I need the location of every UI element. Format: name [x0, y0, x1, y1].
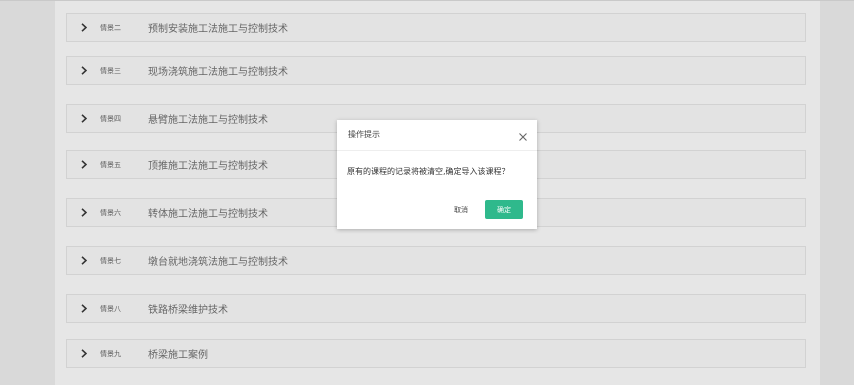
cancel-button[interactable]: 取消 — [449, 203, 473, 217]
dialog-message: 原有的课程的记录将被清空,确定导入该课程？ — [347, 167, 510, 176]
close-icon[interactable] — [516, 129, 530, 143]
confirm-dialog: 操作提示 原有的课程的记录将被清空,确定导入该课程？ 取消 确定 — [337, 120, 537, 229]
dialog-header: 操作提示 — [337, 120, 537, 151]
confirm-button[interactable]: 确定 — [485, 200, 523, 219]
dialog-title: 操作提示 — [348, 130, 380, 139]
